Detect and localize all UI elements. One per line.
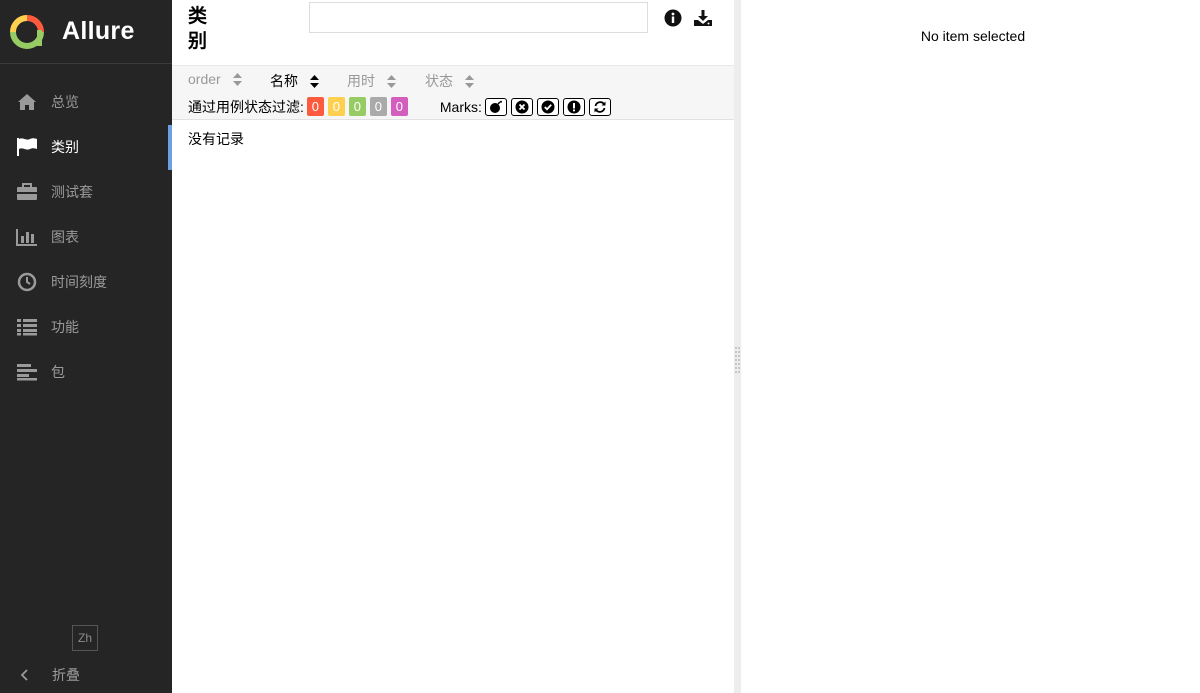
bar-chart-icon (16, 226, 38, 248)
status-filter-label: 通过用例状态过滤: (188, 98, 304, 115)
info-icon[interactable] (663, 8, 683, 28)
tree-toolbar: order 名称 用时 状态 通过用例状态过滤: 0 0 0 0 0 Marks… (172, 66, 734, 120)
sort-label: 用时 (347, 73, 375, 89)
active-nav-indicator (168, 125, 172, 170)
sort-icon (232, 72, 242, 86)
new-failed-icon (515, 100, 529, 113)
sidebar-item-label: 图表 (51, 228, 79, 245)
flaky-mark-toggle[interactable] (484, 97, 507, 116)
sidebar-item-behaviors[interactable]: 功能 (0, 304, 172, 349)
sidebar-item-label: 测试套 (51, 183, 93, 200)
clock-icon (16, 271, 38, 293)
collapse-sidebar-button[interactable]: 折叠 (0, 656, 172, 693)
sort-by-order[interactable]: order (188, 71, 242, 87)
pane-header: 类别 (172, 0, 734, 66)
tree-pane: 类别 order 名称 用时 状态 通过用例状态过滤: 0 0 0 0 0 Ma… (172, 0, 734, 693)
failed-filter-badge[interactable]: 0 (306, 97, 324, 116)
sidebar-item-timeline[interactable]: 时间刻度 (0, 259, 172, 304)
app-name: Allure (62, 17, 135, 45)
sidebar-item-label: 总览 (51, 93, 79, 110)
sidebar-item-overview[interactable]: 总览 (0, 79, 172, 124)
language-switch-button[interactable]: Zh (72, 625, 98, 651)
sort-label: order (188, 71, 221, 87)
sidebar-item-label: 功能 (51, 318, 79, 335)
new-failed-mark-toggle[interactable] (510, 97, 533, 116)
allure-logo-icon (10, 14, 44, 49)
sort-label: 名称 (270, 73, 298, 89)
tree-list: 没有记录 (172, 120, 734, 692)
new-broken-icon (567, 100, 581, 113)
brand[interactable]: Allure (0, 0, 172, 64)
sidebar-item-categories[interactable]: 类别 (0, 124, 176, 169)
new-broken-mark-toggle[interactable] (562, 97, 585, 116)
list-icon (16, 316, 38, 338)
broken-filter-badge[interactable]: 0 (327, 97, 345, 116)
retries-icon (594, 100, 606, 113)
sort-icon (387, 74, 396, 88)
details-pane: No item selected (741, 0, 1200, 693)
page-title: 类别 (188, 6, 208, 52)
sidebar-item-label: 类别 (51, 138, 79, 155)
marks-label: Marks: (439, 98, 482, 115)
sidebar: Allure 总览 类别 测试套 图表 时间刻度 功能 包 Zh 折叠 (0, 0, 176, 693)
sort-row: order 名称 用时 状态 (172, 66, 734, 93)
filter-row: 通过用例状态过滤: 0 0 0 0 0 Marks: (172, 93, 734, 120)
sort-icon (465, 74, 474, 88)
flaky-icon (489, 100, 502, 113)
sidebar-item-label: 时间刻度 (51, 273, 107, 290)
download-icon[interactable] (693, 8, 713, 28)
home-icon (16, 91, 38, 113)
new-passed-mark-toggle[interactable] (536, 97, 559, 116)
sidebar-item-label: 包 (51, 363, 65, 380)
sort-icon (310, 74, 319, 88)
pane-splitter[interactable] (734, 0, 741, 693)
chevron-left-icon (20, 668, 28, 681)
align-left-icon (16, 361, 38, 383)
flag-icon (16, 136, 38, 158)
search-input[interactable] (309, 2, 648, 33)
sidebar-item-packages[interactable]: 包 (0, 349, 172, 394)
no-item-selected-message: No item selected (920, 28, 1026, 44)
sort-by-status[interactable]: 状态 (425, 71, 474, 91)
retries-mark-toggle[interactable] (588, 97, 611, 116)
briefcase-icon (16, 181, 38, 203)
sort-by-duration[interactable]: 用时 (347, 71, 396, 91)
sort-label: 状态 (425, 73, 453, 89)
sort-by-name[interactable]: 名称 (270, 71, 319, 91)
skipped-filter-badge[interactable]: 0 (369, 97, 387, 116)
drag-handle-icon (735, 347, 740, 373)
sidebar-item-suites[interactable]: 测试套 (0, 169, 172, 214)
new-passed-icon (541, 100, 555, 113)
unknown-filter-badge[interactable]: 0 (390, 97, 408, 116)
sidebar-item-graphs[interactable]: 图表 (0, 214, 172, 259)
empty-tree-message: 没有记录 (188, 131, 244, 147)
collapse-label: 折叠 (52, 666, 80, 683)
sidebar-nav: 总览 类别 测试套 图表 时间刻度 功能 包 (0, 79, 176, 394)
passed-filter-badge[interactable]: 0 (348, 97, 366, 116)
